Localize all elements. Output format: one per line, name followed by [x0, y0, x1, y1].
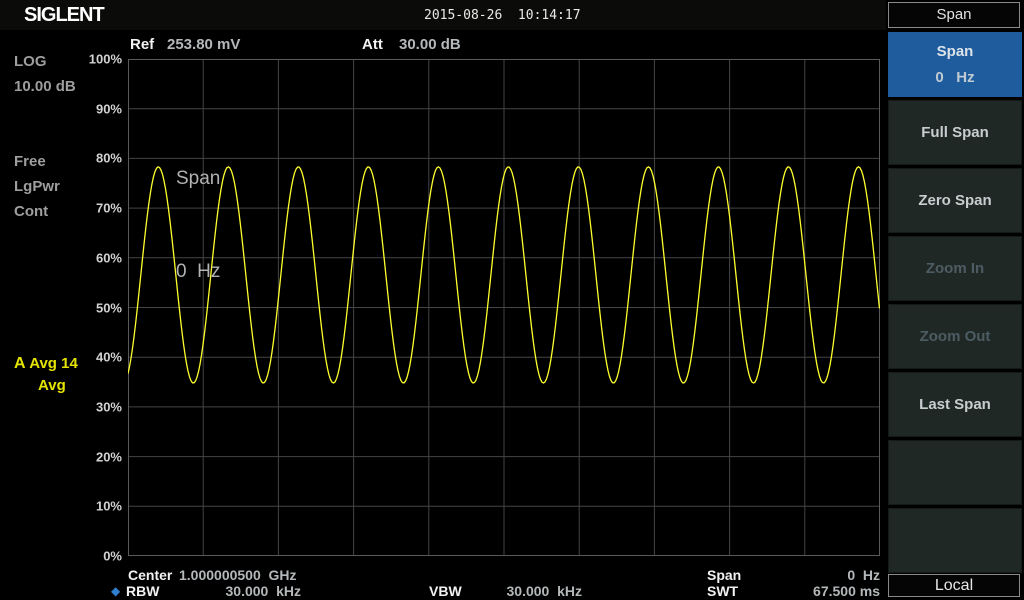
vbw-value: 30.000 kHz: [506, 583, 583, 599]
rbw-diamond-icon: ◆: [111, 584, 121, 598]
span-readout-label: Span: [707, 567, 742, 583]
trigger-label: Free: [14, 153, 46, 170]
y-axis: 100% 90% 80% 70% 60% 50% 40% 30% 20% 10% 0%: [78, 52, 125, 564]
center-freq-label: Center: [128, 567, 173, 583]
swt-value: 67.500 ms: [813, 583, 880, 599]
y-axis-tick: 90%: [95, 101, 122, 117]
scale-type-label: LOG: [14, 53, 47, 70]
att-value: 30.00 dB: [399, 36, 461, 53]
datetime: 2015-08-26 10:14:17: [424, 8, 581, 23]
graticule-svg: [128, 59, 880, 556]
span-readout-value: 0 Hz: [847, 567, 880, 583]
y-axis-tick: 60%: [95, 250, 122, 266]
rbw-value: 30.000 kHz: [225, 583, 302, 599]
y-axis-tick: 0%: [103, 548, 122, 564]
top-bar: SIGLENT 2015-08-26 10:14:17: [0, 0, 886, 30]
y-axis-tick: 50%: [95, 300, 122, 315]
menu-button-label: Span: [936, 43, 974, 60]
local-button[interactable]: Local: [888, 574, 1020, 597]
trace-status: A Avg 14: [14, 355, 78, 373]
brand-logo: SIGLENT: [24, 4, 105, 26]
menu-button-value: 0 Hz: [935, 69, 975, 86]
menu-panel: Span Span 0 Hz Full Span Zero Span Zoom In Zo…: [886, 0, 1024, 600]
trace-avg-label: Avg 14: [29, 355, 78, 372]
y-axis-tick: 20%: [95, 449, 122, 465]
menu-title: Span: [888, 2, 1020, 28]
menu-button-zoom-out[interactable]: Zoom Out: [888, 304, 1022, 369]
menu-buttons: Span 0 Hz Full Span Zero Span Zoom In Zoom Ou…: [888, 32, 1022, 576]
scale-value-label: 10.00 dB: [14, 78, 76, 95]
swt-label: SWT: [707, 583, 739, 599]
ref-label: Ref: [130, 36, 155, 53]
att-label: Att: [362, 36, 383, 53]
center-freq-value: 1.000000500 GHz: [179, 567, 297, 583]
rbw-label: RBW: [126, 583, 160, 599]
menu-button-full-span[interactable]: Full Span: [888, 100, 1022, 165]
y-axis-tick: 70%: [95, 200, 122, 216]
menu-button-label: Full Span: [921, 124, 989, 141]
y-axis-tick: 100%: [88, 51, 122, 67]
sweep-mode-label: Cont: [14, 203, 49, 220]
power-mode-label: LgPwr: [14, 178, 60, 195]
menu-button-label: Zoom Out: [919, 328, 991, 345]
menu-button-empty-6[interactable]: [888, 440, 1022, 505]
span-annotation: Span 0 Hz: [176, 101, 220, 349]
menu-button-label: Zoom In: [925, 260, 985, 277]
menu-button-last-span[interactable]: Last Span: [888, 372, 1022, 437]
span-annotation-line2: 0 Hz: [176, 261, 221, 282]
plot-area: Span 0 Hz: [128, 59, 880, 556]
menu-button-span[interactable]: Span 0 Hz: [888, 32, 1022, 97]
menu-button-zero-span[interactable]: Zero Span: [888, 168, 1022, 233]
y-axis-tick: 40%: [95, 349, 122, 365]
menu-button-empty-7[interactable]: [888, 508, 1022, 573]
span-annotation-line1: Span: [176, 168, 221, 189]
trace-letter: A: [14, 355, 26, 372]
y-axis-tick: 30%: [95, 399, 122, 415]
menu-button-zoom-in[interactable]: Zoom In: [888, 236, 1022, 301]
ref-value: 253.80 mV: [167, 36, 241, 53]
vbw-label: VBW: [429, 583, 462, 599]
trace-avg-sub-label: Avg: [38, 377, 66, 394]
menu-button-label: Last Span: [919, 396, 991, 413]
menu-button-label: Zero Span: [918, 192, 992, 209]
y-axis-tick: 10%: [95, 498, 122, 514]
y-axis-tick: 80%: [95, 150, 122, 166]
